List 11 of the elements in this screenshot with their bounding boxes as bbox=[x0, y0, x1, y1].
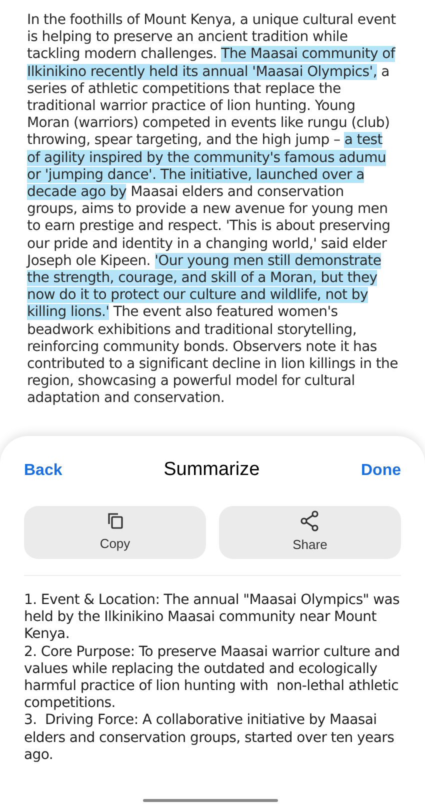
copy-button[interactable]: Copy bbox=[24, 506, 206, 559]
copy-icon bbox=[105, 511, 125, 532]
sheet-title: Summarize bbox=[164, 458, 260, 482]
article-text: In the foothills of Mount Kenya, a unique cultural event is helping to preserve an ancient tradition while tackling modern challenges. The Maasai community of Ilkinikino recently held its annual 'Maasai Olympics', a series of athletic competitions that replace the traditional warrior practice of lion hunting. Young Moran (warriors) competed in events like rungu (club) throwing, spear targeting, and the high jump – a test of agility inspired by the community's famous adumu or 'jumping dance'. The initiative, launched over a decade ago by Maasai elders and conservation groups, aims to provide a new avenue for young men to earn prestige and respect. 'This is about preserving our pride and identity in a changing world,' said elder Joseph ole Kipeen. 'Our young men still demonstrate the strength, courage, and skill of a Moran, but they now do it to protect our culture and wildlife, not by killing lions.' The event also featured women's beadwork exhibitions and traditional storytelling, reinforcing community bonds. Observers note it has contributed to a significant decline in lion killings in the region, showcasing a powerful model for cultural adaptation and conservation. bbox=[25, 11, 399, 408]
summary-item: 1. Event & Location: The annual "Maasai Olympics" was held by the Ilkinikino Maasai community near Mount Kenya. bbox=[24, 592, 401, 644]
share-button[interactable]: Share bbox=[219, 506, 401, 559]
done-button[interactable]: Done bbox=[360, 458, 401, 483]
back-button[interactable]: Back bbox=[24, 458, 62, 483]
share-icon bbox=[299, 510, 321, 532]
summary-item: 3. Driving Force: A collaborative initiative by Maasai elders and conservation groups, started over ten years ago. bbox=[24, 712, 396, 764]
summary-item: 2. Core Purpose: To preserve Maasai warrior culture and values while replacing the outdated and ecologically harmful practice of lion hunting with non-lethal athletic competitions. bbox=[24, 644, 401, 712]
